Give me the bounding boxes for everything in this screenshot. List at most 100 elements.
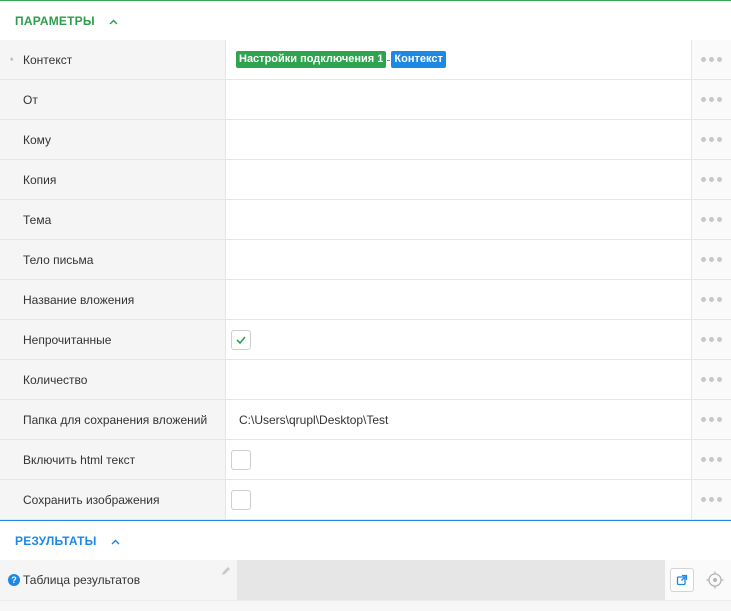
param-value-save-images: [226, 480, 692, 519]
more-button[interactable]: [692, 320, 731, 359]
param-label-cell: Тело письма: [0, 240, 226, 279]
param-label: Название вложения: [23, 292, 135, 307]
param-label: Количество: [23, 372, 88, 387]
param-row-include-html: Включить html текст: [0, 440, 731, 480]
unread-checkbox[interactable]: [231, 329, 251, 350]
param-row-body: Тело письма: [0, 240, 731, 280]
param-row-to: Кому: [0, 120, 731, 160]
param-label-cell: Сохранить изображения: [0, 480, 226, 519]
result-label-cell: ? Таблица результатов: [0, 560, 237, 600]
result-row-table: ? Таблица результатов: [0, 560, 731, 600]
param-label-cell: Кому: [0, 120, 226, 159]
more-button[interactable]: [692, 440, 731, 479]
open-result-button[interactable]: [669, 568, 694, 592]
param-value-unread: [226, 320, 692, 359]
param-label: Тема: [23, 212, 52, 227]
param-row-cc: Копия: [0, 160, 731, 200]
param-row-save-images: Сохранить изображения: [0, 480, 731, 520]
param-label-cell: Непрочитанные: [0, 320, 226, 359]
param-value-from[interactable]: [226, 80, 692, 119]
more-button[interactable]: [692, 120, 731, 159]
param-row-from: От: [0, 80, 731, 120]
pencil-icon[interactable]: [221, 565, 231, 579]
param-label-cell: Название вложения: [0, 280, 226, 319]
more-dots-icon: [701, 457, 722, 462]
more-button[interactable]: [692, 280, 731, 319]
more-button[interactable]: [692, 400, 731, 439]
context-chip-connection[interactable]: Настройки подключения 1: [236, 51, 387, 68]
chevron-up-icon[interactable]: [111, 539, 120, 547]
param-value-count[interactable]: [226, 360, 692, 399]
more-button[interactable]: [692, 160, 731, 199]
more-button[interactable]: [692, 200, 731, 239]
more-button[interactable]: [692, 40, 731, 79]
param-value-cc[interactable]: [226, 160, 692, 199]
more-dots-icon: [701, 497, 722, 502]
context-chip-context[interactable]: Контекст: [391, 51, 446, 68]
more-dots-icon: [701, 297, 722, 302]
results-section-title: РЕЗУЛЬТАТЫ: [15, 533, 97, 548]
results-section: РЕЗУЛЬТАТЫ ? Таблица результатов: [0, 520, 731, 611]
param-label-cell: * Контекст: [0, 40, 226, 79]
param-row-unread: Непрочитанные: [0, 320, 731, 360]
target-icon: [706, 571, 723, 589]
properties-panel: ПАРАМЕТРЫ * Контекст Настройки подключен…: [0, 0, 731, 611]
more-dots-icon: [701, 417, 722, 422]
param-row-count: Количество: [0, 360, 731, 400]
param-label-cell: Папка для сохранения вложений: [0, 400, 226, 439]
help-icon[interactable]: ?: [8, 574, 20, 586]
more-dots-icon: [701, 177, 722, 182]
params-list: * Контекст Настройки подключения 1 Конте…: [0, 40, 731, 520]
param-label-cell: Количество: [0, 360, 226, 399]
more-dots-icon: [701, 377, 722, 382]
results-section-header[interactable]: РЕЗУЛЬТАТЫ: [0, 520, 731, 560]
more-button[interactable]: [692, 80, 731, 119]
param-label: Копия: [23, 172, 57, 187]
param-row-context: * Контекст Настройки подключения 1 Конте…: [0, 40, 731, 80]
param-value-attachment-name[interactable]: [226, 280, 692, 319]
bottom-strip: [0, 600, 731, 611]
param-label: Сохранить изображения: [23, 492, 160, 507]
more-dots-icon: [701, 137, 722, 142]
param-row-subject: Тема: [0, 200, 731, 240]
more-dots-icon: [701, 217, 722, 222]
param-label-cell: От: [0, 80, 226, 119]
save-folder-path: C:\Users\qrupl\Desktop\Test: [239, 412, 389, 427]
param-label-cell: Включить html текст: [0, 440, 226, 479]
param-label: Непрочитанные: [23, 332, 112, 347]
param-label: Кому: [23, 132, 52, 147]
open-result-cell: [664, 560, 698, 600]
param-label-cell: Тема: [0, 200, 226, 239]
result-value-table[interactable]: [237, 560, 664, 600]
target-button[interactable]: [698, 560, 731, 600]
check-icon: [236, 335, 246, 344]
params-section-title: ПАРАМЕТРЫ: [15, 13, 95, 28]
param-label: Контекст: [23, 52, 73, 67]
param-value-to[interactable]: [226, 120, 692, 159]
more-dots-icon: [701, 257, 722, 262]
param-value-include-html: [226, 440, 692, 479]
result-label: Таблица результатов: [23, 573, 141, 587]
required-mark: *: [10, 56, 14, 66]
param-value-context[interactable]: Настройки подключения 1 Контекст: [226, 40, 692, 79]
params-section-header[interactable]: ПАРАМЕТРЫ: [0, 0, 731, 40]
param-label: Тело письма: [23, 252, 94, 267]
save-images-checkbox[interactable]: [231, 489, 251, 510]
include-html-checkbox[interactable]: [231, 449, 251, 470]
param-row-attachment-name: Название вложения: [0, 280, 731, 320]
param-value-body[interactable]: [226, 240, 692, 279]
more-button[interactable]: [692, 480, 731, 519]
more-dots-icon: [701, 57, 722, 62]
param-value-save-folder[interactable]: C:\Users\qrupl\Desktop\Test: [226, 400, 692, 439]
more-dots-icon: [701, 97, 722, 102]
more-button[interactable]: [692, 240, 731, 279]
chevron-up-icon[interactable]: [109, 19, 118, 27]
param-label: Включить html текст: [23, 452, 136, 467]
param-value-subject[interactable]: [226, 200, 692, 239]
more-button[interactable]: [692, 360, 731, 399]
open-external-icon: [676, 574, 687, 586]
more-dots-icon: [701, 337, 722, 342]
param-row-save-folder: Папка для сохранения вложений C:\Users\q…: [0, 400, 731, 440]
param-label: От: [23, 92, 38, 107]
param-label: Папка для сохранения вложений: [23, 412, 208, 427]
